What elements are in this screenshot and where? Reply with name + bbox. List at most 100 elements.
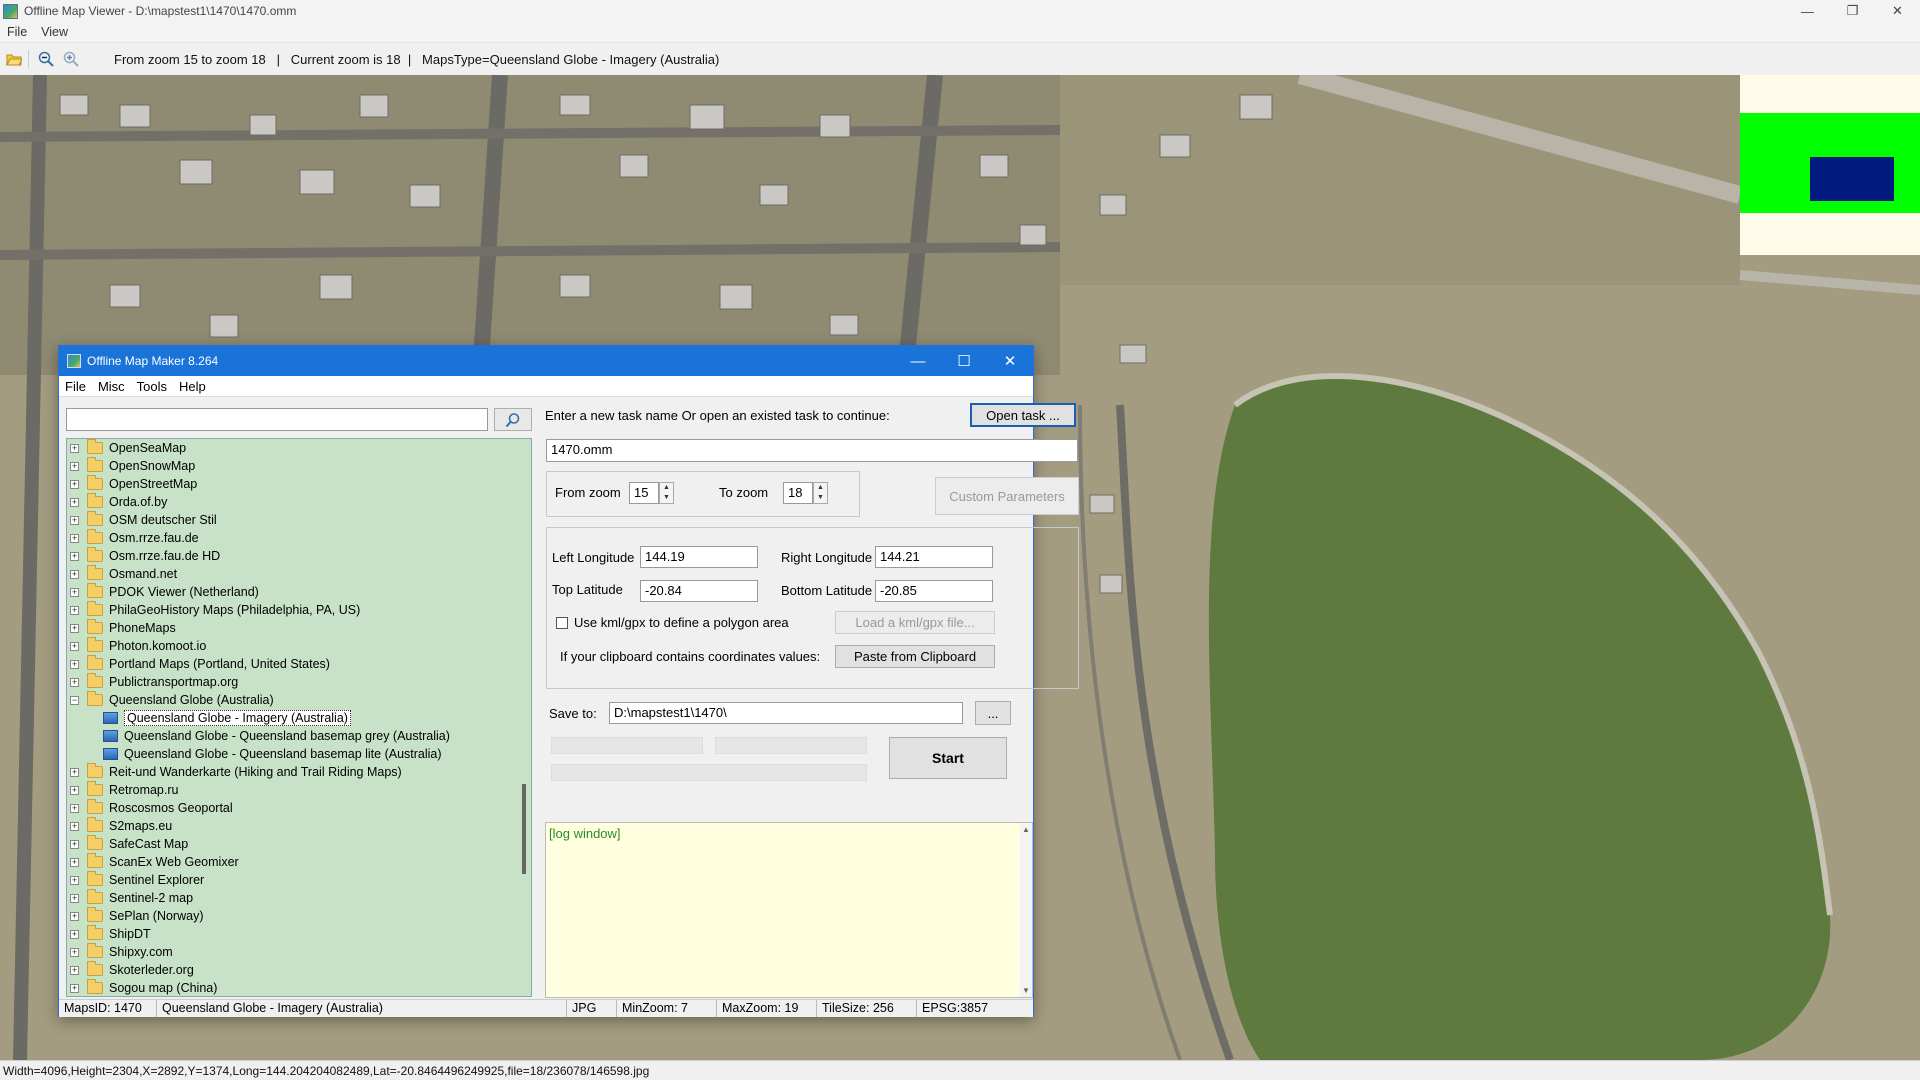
to-zoom-input[interactable]: 18 (783, 482, 813, 504)
tree-item[interactable]: + ScanEx Web Geomixer (67, 853, 531, 871)
expand-icon[interactable]: + (70, 821, 79, 831)
dialog-menu-tools[interactable]: Tools (131, 379, 173, 394)
load-kml-button[interactable]: Load a kml/gpx file... (835, 611, 995, 634)
minimize-button[interactable]: — (1785, 0, 1830, 22)
expand-icon[interactable]: + (70, 623, 79, 633)
tree-item[interactable]: + Osmand.net (67, 565, 531, 583)
tree-item[interactable]: − Queensland Globe (Australia) (67, 691, 531, 709)
tree-item[interactable]: + Roscosmos Geoportal (67, 799, 531, 817)
scroll-down-icon[interactable]: ▼ (1022, 986, 1030, 995)
left-longitude-input[interactable]: 144.19 (640, 546, 758, 568)
expand-icon[interactable]: + (70, 947, 79, 957)
maximize-button[interactable]: ❐ (1830, 0, 1875, 22)
tree-item[interactable]: + Sentinel Explorer (67, 871, 531, 889)
tree-item[interactable]: + OpenStreetMap (67, 475, 531, 493)
tree-item[interactable]: + OpenSnowMap (67, 457, 531, 475)
expand-icon[interactable]: + (70, 497, 79, 507)
expand-icon[interactable]: + (70, 443, 79, 453)
minimap[interactable] (1740, 75, 1920, 255)
expand-icon[interactable]: + (70, 875, 79, 885)
kml-checkbox[interactable] (556, 617, 568, 629)
tree-item[interactable]: + Portland Maps (Portland, United States) (67, 655, 531, 673)
start-button[interactable]: Start (889, 737, 1007, 779)
save-path-input[interactable]: D:\mapstest1\1470\ (609, 702, 963, 724)
expand-icon[interactable]: + (70, 479, 79, 489)
open-folder-icon[interactable] (3, 48, 25, 70)
expand-icon[interactable]: + (70, 965, 79, 975)
log-scrollbar[interactable]: ▲ ▼ (1020, 823, 1032, 997)
dialog-menu-help[interactable]: Help (173, 379, 212, 394)
expand-icon[interactable]: + (70, 659, 79, 669)
task-name-input[interactable]: 1470.omm (546, 439, 1078, 462)
collapse-icon[interactable]: − (70, 695, 79, 705)
close-button[interactable]: ✕ (1875, 0, 1920, 22)
dialog-menu-file[interactable]: File (59, 379, 92, 394)
tree-item[interactable]: + SePlan (Norway) (67, 907, 531, 925)
expand-icon[interactable]: + (70, 551, 79, 561)
spin-up-icon[interactable]: ▲ (660, 483, 673, 493)
expand-icon[interactable]: + (70, 677, 79, 687)
tree-item[interactable]: + Publictransportmap.org (67, 673, 531, 691)
tree-item[interactable]: + SafeCast Map (67, 835, 531, 853)
tree-item[interactable]: + PhilaGeoHistory Maps (Philadelphia, PA,… (67, 601, 531, 619)
expand-icon[interactable]: + (70, 605, 79, 615)
tree-child-item[interactable]: Queensland Globe - Imagery (Australia) (67, 709, 531, 727)
tree-item[interactable]: + S2maps.eu (67, 817, 531, 835)
expand-icon[interactable]: + (70, 785, 79, 795)
dialog-close-button[interactable]: ✕ (987, 346, 1033, 376)
tree-child-item[interactable]: Queensland Globe - Queensland basemap li… (67, 745, 531, 763)
custom-parameters-button[interactable]: Custom Parameters (935, 477, 1079, 515)
spin-up-icon[interactable]: ▲ (814, 483, 827, 493)
tree-item[interactable]: + OSM deutscher Stil (67, 511, 531, 529)
spin-down-icon[interactable]: ▼ (814, 493, 827, 503)
spin-down-icon[interactable]: ▼ (660, 493, 673, 503)
tree-item[interactable]: + PhoneMaps (67, 619, 531, 637)
right-longitude-input[interactable]: 144.21 (875, 546, 993, 568)
expand-icon[interactable]: + (70, 803, 79, 813)
search-button[interactable] (494, 408, 532, 431)
tree-item[interactable]: + Osm.rrze.fau.de (67, 529, 531, 547)
tree-item[interactable]: + Skoterleder.org (67, 961, 531, 979)
from-zoom-input[interactable]: 15 (629, 482, 659, 504)
menu-view[interactable]: View (34, 25, 75, 39)
expand-icon[interactable]: + (70, 857, 79, 867)
expand-icon[interactable]: + (70, 929, 79, 939)
menu-file[interactable]: File (0, 25, 34, 39)
expand-icon[interactable]: + (70, 893, 79, 903)
tree-item[interactable]: + Orda.of.by (67, 493, 531, 511)
dialog-minimize-button[interactable]: — (895, 346, 941, 376)
scroll-up-icon[interactable]: ▲ (1022, 825, 1030, 834)
top-latitude-input[interactable]: -20.84 (640, 580, 758, 602)
tree-item[interactable]: + Sogou map (China) (67, 979, 531, 996)
tree-item[interactable]: + Osm.rrze.fau.de HD (67, 547, 531, 565)
tree-item[interactable]: + Retromap.ru (67, 781, 531, 799)
expand-icon[interactable]: + (70, 767, 79, 777)
tree-item[interactable]: + ShipDT (67, 925, 531, 943)
log-window[interactable]: [log window] ▲ ▼ (545, 822, 1033, 998)
from-zoom-spinner[interactable]: ▲ ▼ (659, 482, 674, 504)
expand-icon[interactable]: + (70, 587, 79, 597)
expand-icon[interactable]: + (70, 983, 79, 993)
expand-icon[interactable]: + (70, 569, 79, 579)
to-zoom-spinner[interactable]: ▲ ▼ (813, 482, 828, 504)
dialog-menu-misc[interactable]: Misc (92, 379, 131, 394)
bottom-latitude-input[interactable]: -20.85 (875, 580, 993, 602)
open-task-button[interactable]: Open task ... (970, 403, 1076, 427)
tree-item[interactable]: + Shipxy.com (67, 943, 531, 961)
tree-item[interactable]: + Reit-und Wanderkarte (Hiking and Trail … (67, 763, 531, 781)
tree-item[interactable]: + OpenSeaMap (67, 439, 531, 457)
map-search-input[interactable] (66, 408, 488, 431)
tree-item[interactable]: + PDOK Viewer (Netherland) (67, 583, 531, 601)
expand-icon[interactable]: + (70, 641, 79, 651)
zoom-in-icon[interactable] (60, 48, 82, 70)
browse-button[interactable]: ... (975, 701, 1011, 725)
paste-clipboard-button[interactable]: Paste from Clipboard (835, 645, 995, 668)
expand-icon[interactable]: + (70, 839, 79, 849)
tree-child-item[interactable]: Queensland Globe - Queensland basemap gr… (67, 727, 531, 745)
expand-icon[interactable]: + (70, 461, 79, 471)
tree-item[interactable]: + Photon.komoot.io (67, 637, 531, 655)
dialog-maximize-button[interactable]: ☐ (941, 346, 987, 376)
expand-icon[interactable]: + (70, 533, 79, 543)
expand-icon[interactable]: + (70, 911, 79, 921)
zoom-out-icon[interactable] (35, 48, 57, 70)
